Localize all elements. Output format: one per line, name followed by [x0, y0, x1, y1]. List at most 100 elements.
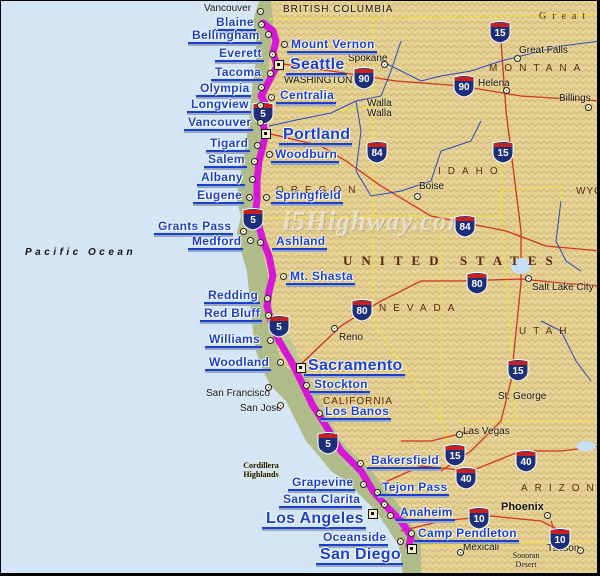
interstate-shield-i84: 84: [454, 214, 476, 238]
interstate-shield-i90: 90: [353, 66, 375, 90]
city-marker-vancouver-bc: [257, 8, 264, 15]
region-label-british-columbia: BRITISH COLUMBIA: [283, 4, 394, 15]
city-link-medford[interactable]: Medford: [188, 235, 244, 250]
city-marker-seattle: [274, 60, 284, 70]
city-label-great-falls: Great Falls: [519, 45, 568, 56]
city-link-los-angeles[interactable]: Los Angeles: [262, 510, 366, 529]
city-label-san-jose: San Jose: [240, 403, 282, 414]
city-marker-albany: [249, 176, 256, 183]
city-link-springfield[interactable]: Springfield: [271, 189, 343, 204]
city-marker-longview: [257, 102, 264, 109]
interstate-shield-i80: 80: [466, 271, 488, 295]
city-link-tigard[interactable]: Tigard: [206, 137, 251, 152]
city-marker-spokane: [381, 61, 388, 68]
interstate-shield-i80: 80: [351, 298, 373, 322]
city-link-sacramento[interactable]: Sacramento: [304, 357, 405, 376]
city-label-san-francisco: San Francisco: [206, 388, 270, 399]
city-marker-everett: [269, 51, 276, 58]
region-label-arizona: ARIZONA: [521, 483, 600, 494]
city-marker-woodland: [277, 359, 284, 366]
city-marker-medford: [247, 237, 254, 244]
city-link-oceanside[interactable]: Oceanside: [319, 531, 389, 546]
city-link-portland[interactable]: Portland: [279, 126, 353, 145]
ocean-label: Pacific Ocean: [25, 247, 137, 258]
city-link-seattle[interactable]: Seattle: [286, 56, 347, 75]
city-marker-san-diego: [407, 544, 417, 554]
city-marker-red-bluff: [265, 312, 272, 319]
city-marker-oceanside: [397, 538, 404, 545]
terrain-label-cordillera-highlands: Cordillera Highlands: [243, 461, 279, 479]
city-label-salt-lake-city: Salt Lake City: [532, 282, 594, 293]
city-marker-bakersfield: [357, 460, 364, 467]
city-link-longview[interactable]: Longview: [187, 98, 251, 113]
city-link-vancouver[interactable]: Vancouver: [184, 116, 254, 131]
interstate-shield-i5: 5: [317, 431, 339, 455]
city-link-santa-clarita[interactable]: Santa Clarita: [279, 493, 363, 508]
country-label: UNITED STATES: [343, 253, 562, 268]
city-link-mount-vernon[interactable]: Mount Vernon: [287, 38, 377, 53]
city-marker-reno: [331, 325, 338, 332]
city-link-bellingham[interactable]: Bellingham: [188, 29, 262, 44]
city-marker-billings: [585, 104, 592, 111]
city-marker-blaine: [258, 21, 265, 28]
interstate-shield-i84: 84: [366, 140, 388, 164]
region-label-washington: WASHINGTON: [284, 75, 353, 86]
city-link-los-banos[interactable]: Los Banos: [321, 405, 392, 420]
city-link-red-bluff[interactable]: Red Bluff: [200, 307, 263, 322]
city-marker-tacoma: [267, 70, 274, 77]
city-marker-ashland: [257, 239, 264, 246]
city-link-camp-pendleton[interactable]: Camp Pendleton: [414, 527, 519, 542]
interstate-shield-i10: 10: [549, 527, 571, 551]
city-marker-bellingham: [265, 31, 272, 38]
city-label-phoenix: Phoenix: [501, 501, 544, 513]
city-marker-grapevine: [360, 481, 367, 488]
city-marker-centralia: [268, 94, 275, 101]
city-link-san-diego[interactable]: San Diego: [316, 546, 403, 565]
city-label-vancouver-bc: Vancouver: [204, 3, 252, 14]
city-link-tejon-pass[interactable]: Tejon Pass: [378, 481, 450, 496]
city-label-billings: Billings: [559, 93, 591, 104]
city-label-reno: Reno: [339, 332, 363, 343]
city-link-williams[interactable]: Williams: [205, 333, 262, 348]
city-marker-santa-clarita: [381, 501, 388, 508]
city-marker-las-vegas: [456, 431, 463, 438]
interstate-shield-i15: 15: [489, 20, 511, 44]
city-link-anaheim[interactable]: Anaheim: [396, 506, 455, 521]
city-link-grapevine[interactable]: Grapevine: [288, 476, 356, 491]
region-label-wyoming: WYOMING: [576, 186, 597, 197]
city-link-woodburn[interactable]: Woodburn: [271, 148, 340, 163]
city-marker-san-jose: [277, 402, 284, 409]
city-marker-tigard: [254, 142, 261, 149]
city-marker-anaheim: [387, 512, 394, 519]
city-link-mt-shasta[interactable]: Mt. Shasta: [286, 270, 356, 285]
city-label-walla-walla: Walla Walla: [367, 98, 392, 119]
city-marker-salt-lake-city: [525, 275, 532, 282]
lake-mead: [576, 441, 596, 451]
city-marker-vancouver-wa: [257, 119, 264, 126]
city-link-ashland[interactable]: Ashland: [272, 235, 328, 250]
city-link-grants-pass[interactable]: Grants Pass: [154, 220, 234, 235]
city-marker-williams: [267, 337, 274, 344]
city-marker-redding: [264, 295, 271, 302]
city-link-stockton[interactable]: Stockton: [310, 378, 370, 393]
city-link-redding[interactable]: Redding: [204, 289, 261, 304]
city-label-st-george: St. George: [498, 391, 547, 402]
region-label-montana: MONTANA: [489, 63, 588, 74]
city-link-eugene[interactable]: Eugene: [193, 189, 245, 204]
city-marker-springfield: [263, 194, 270, 201]
city-link-everett[interactable]: Everett: [215, 47, 264, 62]
interstate-shield-i15: 15: [507, 358, 529, 382]
region-label-utah: UTAH: [519, 326, 574, 337]
city-link-bakersfield[interactable]: Bakersfield: [367, 454, 441, 469]
city-link-olympia[interactable]: Olympia: [196, 82, 252, 97]
city-marker-boise: [414, 193, 421, 200]
city-link-woodland[interactable]: Woodland: [205, 356, 272, 371]
city-link-salem[interactable]: Salem: [204, 153, 247, 168]
city-link-centralia[interactable]: Centralia: [276, 89, 337, 104]
city-label-las-vegas: Las Vegas: [463, 426, 510, 437]
interstate-shield-i15: 15: [444, 443, 466, 467]
city-marker-phoenix: [544, 512, 551, 519]
city-link-tacoma[interactable]: Tacoma: [211, 66, 264, 81]
city-link-albany[interactable]: Albany: [197, 171, 245, 186]
city-marker-mexicali: [457, 549, 464, 556]
